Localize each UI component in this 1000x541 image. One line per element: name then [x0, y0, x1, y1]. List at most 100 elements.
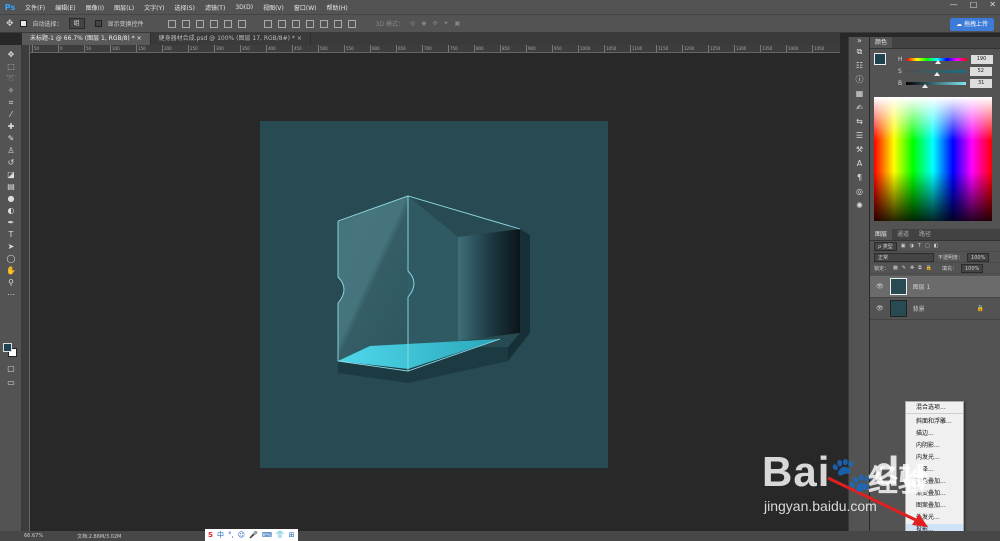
- foreground-color-swatch[interactable]: [874, 53, 886, 65]
- visibility-eye-icon[interactable]: 👁: [876, 283, 884, 290]
- brightness-value[interactable]: 31: [970, 78, 993, 88]
- lock-artboard-icon[interactable]: ⧉: [918, 265, 922, 271]
- hue-slider[interactable]: [906, 57, 967, 64]
- 3d-roll-icon[interactable]: ◉: [421, 20, 426, 27]
- collapse-icon[interactable]: »: [849, 37, 870, 45]
- align-left-icon[interactable]: [209, 19, 218, 28]
- filter-pixel-icon[interactable]: ▣: [901, 243, 906, 249]
- lock-all-icon[interactable]: 🔒: [926, 265, 932, 271]
- eyedropper-tool-icon[interactable]: ⁄: [0, 109, 22, 121]
- swatches-panel-icon[interactable]: ▦: [849, 87, 870, 101]
- history-brush-tool-icon[interactable]: ↺: [0, 157, 22, 169]
- path-selection-tool-icon[interactable]: ➤: [0, 241, 22, 253]
- tab-layers[interactable]: 图层: [870, 229, 893, 240]
- paragraph-panel-icon[interactable]: ¶: [849, 171, 870, 185]
- filter-shape-icon[interactable]: ▢: [925, 243, 930, 249]
- auto-select-checkbox[interactable]: [19, 20, 27, 27]
- show-transform-checkbox[interactable]: [94, 20, 102, 27]
- tab-fitness-composite[interactable]: 健身器材合成.psd @ 100% (图层 17, RGB/8#) * ×: [151, 33, 311, 45]
- minimize-button[interactable]: —: [950, 0, 958, 9]
- move-tool-icon[interactable]: ✥: [6, 19, 14, 29]
- 3d-scale-icon[interactable]: ▣: [455, 20, 461, 27]
- foreground-color-swatch[interactable]: [3, 343, 12, 352]
- ime-emoji-icon[interactable]: ☺: [238, 531, 245, 539]
- ime-toolbox-icon[interactable]: ⊞: [289, 531, 295, 539]
- character-panel-icon[interactable]: A: [849, 157, 870, 171]
- color-spectrum[interactable]: [874, 97, 992, 221]
- menu-help[interactable]: 帮助(H): [322, 3, 353, 12]
- align-hcenter-icon[interactable]: [223, 19, 232, 28]
- layer-filter-dropdown[interactable]: ρ 类型: [874, 241, 897, 251]
- filter-type-icon[interactable]: T: [918, 243, 921, 249]
- history-panel-icon[interactable]: ⧉: [849, 45, 870, 59]
- more-tools-icon[interactable]: ⋯: [0, 289, 22, 301]
- menu-filter[interactable]: 滤镜(T): [200, 3, 230, 12]
- type-tool-icon[interactable]: T: [0, 229, 22, 241]
- 3d-slide-icon[interactable]: ✦: [443, 20, 448, 27]
- lock-pixels-icon[interactable]: ✎: [902, 265, 906, 271]
- distribute-vcenter-icon[interactable]: [277, 19, 286, 28]
- marquee-tool-icon[interactable]: ⬚: [0, 61, 22, 73]
- magic-wand-tool-icon[interactable]: ✧: [0, 85, 22, 97]
- distribute-top-icon[interactable]: [263, 19, 272, 28]
- ime-punctuation-icon[interactable]: °,: [228, 531, 234, 539]
- auto-select-dropdown[interactable]: 组: [68, 18, 85, 29]
- layer-name[interactable]: 背景: [913, 304, 971, 313]
- menu-item-stroke[interactable]: 描边...: [906, 428, 963, 440]
- tab-color[interactable]: 颜色: [870, 37, 893, 48]
- saturation-slider[interactable]: [905, 69, 966, 76]
- menu-item-inner-shadow[interactable]: 内阴影...: [906, 440, 963, 452]
- menu-item-bevel-emboss[interactable]: 斜面和浮雕...: [906, 416, 963, 428]
- pen-tool-icon[interactable]: ✒: [0, 217, 22, 229]
- blend-mode-dropdown[interactable]: 正常: [874, 252, 934, 262]
- crop-tool-icon[interactable]: ⌗: [0, 97, 22, 109]
- dodge-tool-icon[interactable]: ◐: [0, 205, 22, 217]
- align-bottom-icon[interactable]: [195, 19, 204, 28]
- clone-stamp-tool-icon[interactable]: ♙: [0, 145, 22, 157]
- eraser-tool-icon[interactable]: ◪: [0, 169, 22, 181]
- brightness-slider-thumb[interactable]: [921, 83, 928, 88]
- menu-3d[interactable]: 3D(D): [230, 4, 258, 11]
- filter-smart-object-icon[interactable]: ◧: [934, 243, 939, 249]
- ime-voice-icon[interactable]: 🎤: [249, 531, 258, 539]
- ime-keyboard-icon[interactable]: ⌨: [262, 531, 272, 539]
- 3d-pan-icon[interactable]: ✣: [432, 20, 437, 27]
- menu-item-blending-options[interactable]: 混合选项...: [906, 402, 963, 414]
- info-panel-icon[interactable]: ⓘ: [849, 73, 870, 87]
- opacity-value[interactable]: 100%: [967, 252, 990, 262]
- adjustments-panel-icon[interactable]: ⇆: [849, 115, 870, 129]
- menu-type[interactable]: 文字(Y): [139, 3, 169, 12]
- hand-tool-icon[interactable]: ✋: [0, 265, 22, 277]
- menu-view[interactable]: 视图(V): [258, 3, 289, 12]
- healing-brush-tool-icon[interactable]: ✚: [0, 121, 22, 133]
- sogou-logo-icon[interactable]: S: [208, 531, 213, 539]
- align-top-icon[interactable]: [167, 19, 176, 28]
- saturation-value[interactable]: 52: [969, 66, 992, 76]
- tools-preset-icon[interactable]: ⚒: [849, 143, 870, 157]
- close-button[interactable]: ✕: [989, 0, 996, 9]
- 3d-rotate-icon[interactable]: ◎: [410, 20, 415, 27]
- visibility-eye-icon[interactable]: 👁: [876, 305, 884, 312]
- quick-mask-icon[interactable]: ▢: [0, 363, 22, 375]
- maximize-button[interactable]: □: [970, 0, 978, 9]
- layer-row-background[interactable]: 👁 背景 🔒: [870, 298, 1000, 320]
- libraries-panel-icon[interactable]: ◎: [849, 185, 870, 199]
- distribute-left-icon[interactable]: [305, 19, 314, 28]
- saturation-slider-thumb[interactable]: [934, 71, 940, 76]
- gradient-tool-icon[interactable]: ▤: [0, 181, 22, 193]
- menu-layer[interactable]: 图层(L): [109, 3, 139, 12]
- ime-skin-icon[interactable]: 👕: [276, 531, 285, 539]
- actions-panel-icon[interactable]: ☷: [849, 59, 870, 73]
- brushes-panel-icon[interactable]: ✍: [849, 101, 870, 115]
- auto-align-icon[interactable]: [347, 19, 356, 28]
- tab-close-icon[interactable]: ×: [297, 35, 302, 42]
- tab-close-icon[interactable]: ×: [137, 35, 142, 42]
- distribute-bottom-icon[interactable]: [291, 19, 300, 28]
- hue-slider-thumb[interactable]: [935, 59, 942, 64]
- menu-window[interactable]: 窗口(W): [289, 3, 322, 12]
- tab-untitled-1[interactable]: 未标题-1 @ 66.7% (图层 1, RGB/8) * ×: [22, 33, 151, 45]
- tab-channels[interactable]: 通道: [892, 229, 914, 240]
- align-right-icon[interactable]: [237, 19, 246, 28]
- hue-value[interactable]: 190: [970, 54, 993, 64]
- tab-paths[interactable]: 路径: [914, 229, 936, 240]
